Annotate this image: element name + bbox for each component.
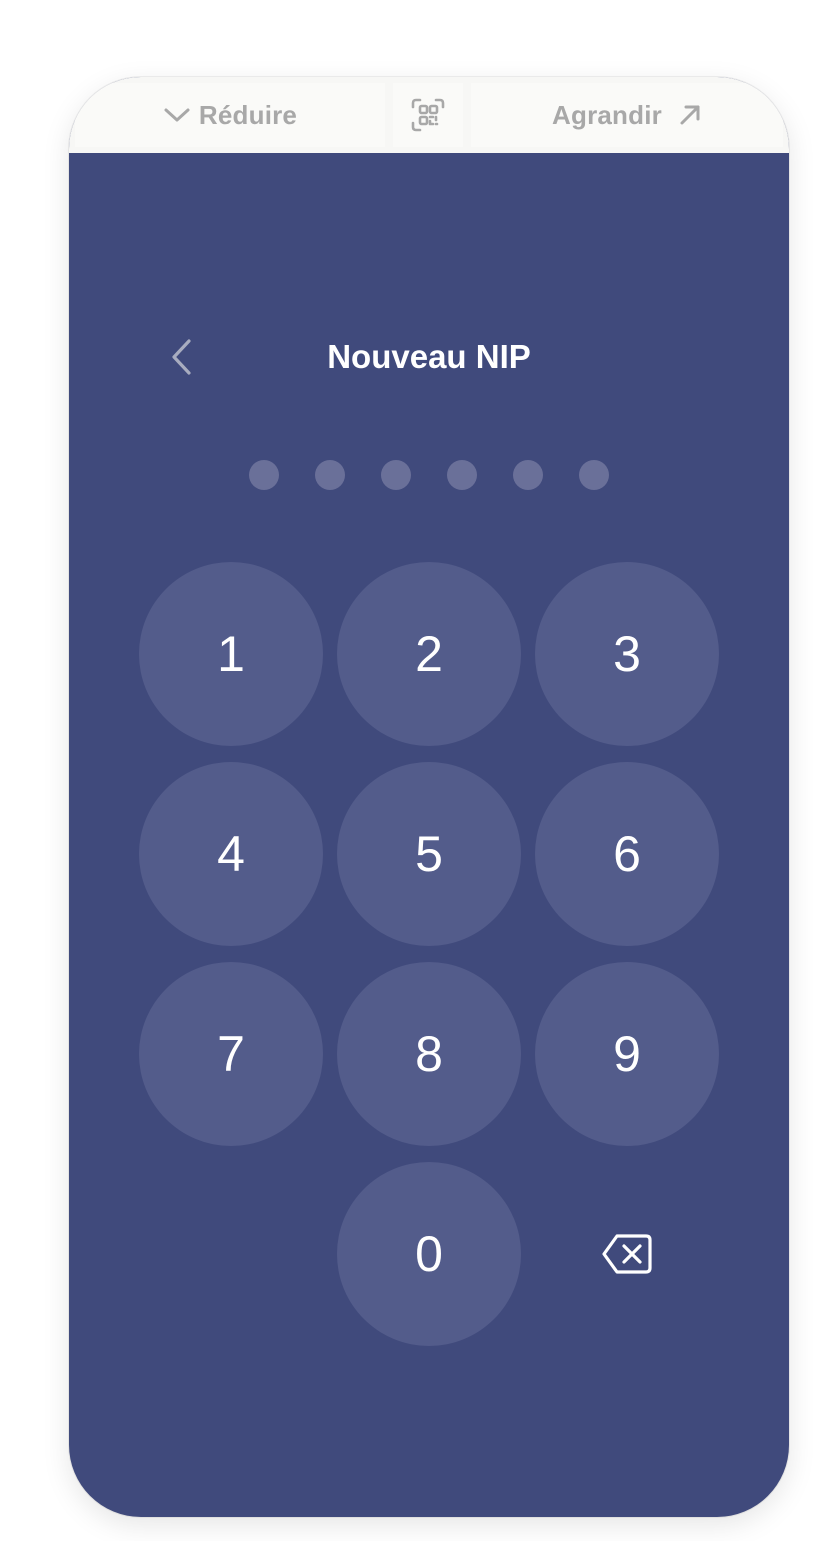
keypad-key-2[interactable]: 2 xyxy=(337,562,521,746)
pin-dot xyxy=(513,460,543,490)
keypad-key-7[interactable]: 7 xyxy=(139,962,323,1146)
backspace-icon xyxy=(601,1233,653,1275)
chevron-down-icon xyxy=(163,106,191,124)
page-title: Nouveau NIP xyxy=(327,338,531,375)
qr-code-icon xyxy=(411,98,445,132)
pin-dot xyxy=(381,460,411,490)
keypad-key-4[interactable]: 4 xyxy=(139,762,323,946)
expand-button[interactable]: Agrandir xyxy=(471,83,783,147)
keypad-key-6[interactable]: 6 xyxy=(535,762,719,946)
keypad-key-0[interactable]: 0 xyxy=(337,1162,521,1346)
qr-code-button[interactable] xyxy=(393,83,463,147)
keypad-key-3[interactable]: 3 xyxy=(535,562,719,746)
expand-label: Agrandir xyxy=(552,99,662,130)
top-toolbar: Réduire Agrandir xyxy=(69,77,789,153)
keypad-key-9[interactable]: 9 xyxy=(535,962,719,1146)
keypad-key-1[interactable]: 1 xyxy=(139,562,323,746)
pin-dot xyxy=(579,460,609,490)
pin-indicator xyxy=(249,460,609,490)
pin-dot xyxy=(249,460,279,490)
reduce-button[interactable]: Réduire xyxy=(75,83,385,147)
keypad-key-8[interactable]: 8 xyxy=(337,962,521,1146)
keypad-key-5[interactable]: 5 xyxy=(337,762,521,946)
pin-dot xyxy=(447,460,477,490)
back-button[interactable] xyxy=(161,332,201,382)
reduce-label: Réduire xyxy=(198,99,298,130)
delete-button[interactable] xyxy=(535,1162,719,1346)
arrow-up-right-icon xyxy=(678,103,702,127)
chevron-left-icon xyxy=(169,337,193,377)
pin-dot xyxy=(315,460,345,490)
phone-frame: Réduire Agrandir Nouveau NIP 1 2 3 4 5 6… xyxy=(69,77,789,1517)
